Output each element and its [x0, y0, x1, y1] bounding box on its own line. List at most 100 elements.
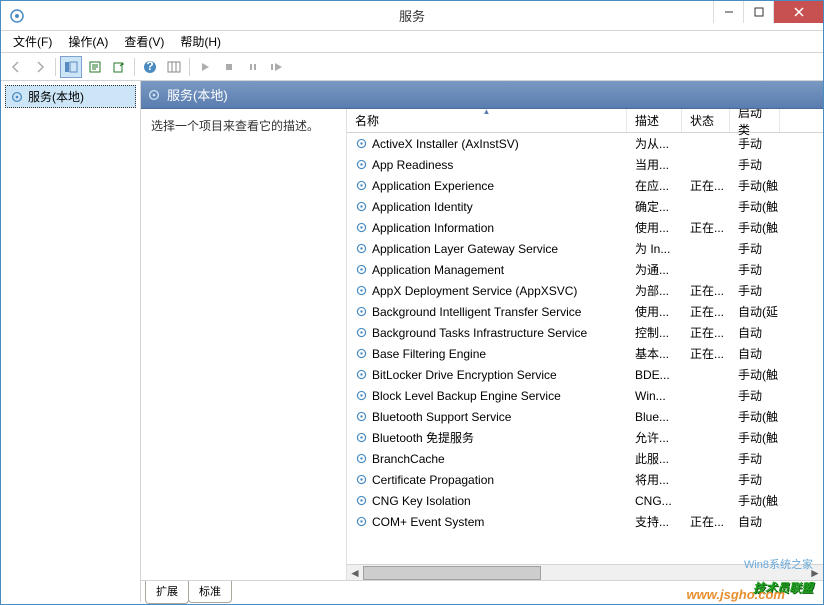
watermark: 技术员联盟 www.jsgho.com [753, 572, 813, 598]
cell-desc: 为从... [627, 135, 682, 152]
gear-icon [355, 326, 368, 339]
cell-startup: 手动(触 [730, 198, 780, 215]
svg-text:?: ? [146, 60, 153, 73]
menu-file[interactable]: 文件(F) [5, 31, 60, 52]
service-row[interactable]: Base Filtering Engine基本...正在...自动 [347, 343, 823, 364]
cell-name: ActiveX Installer (AxInstSV) [347, 137, 627, 151]
gear-icon [355, 515, 368, 528]
tab-extended[interactable]: 扩展 [145, 581, 189, 604]
cell-status: 正在... [682, 513, 730, 530]
service-name: Application Management [372, 263, 504, 277]
cell-startup: 手动(触 [730, 177, 780, 194]
service-row[interactable]: Application Identity确定...手动(触 [347, 196, 823, 217]
service-name: CNG Key Isolation [372, 494, 471, 508]
column-header-description[interactable]: 描述 [627, 109, 682, 132]
service-row[interactable]: Bluetooth Support ServiceBlue...手动(触 [347, 406, 823, 427]
minimize-button[interactable] [713, 1, 743, 23]
gear-icon [355, 452, 368, 465]
help-button[interactable]: ? [139, 56, 161, 78]
gear-icon [355, 431, 368, 444]
cell-name: AppX Deployment Service (AppXSVC) [347, 284, 627, 298]
menu-action[interactable]: 操作(A) [60, 31, 116, 52]
column-label: 启动类 [738, 109, 771, 138]
cell-desc: 为通... [627, 261, 682, 278]
cell-startup: 自动 [730, 513, 780, 530]
service-name: Background Tasks Infrastructure Service [372, 326, 587, 340]
scroll-track[interactable] [363, 565, 807, 581]
cell-name: COM+ Event System [347, 515, 627, 529]
cell-desc: 此服... [627, 450, 682, 467]
column-header-status[interactable]: 状态 [682, 109, 730, 132]
service-name: BranchCache [372, 452, 445, 466]
service-name: Bluetooth 免提服务 [372, 429, 474, 446]
cell-startup: 手动(触 [730, 219, 780, 236]
service-row[interactable]: BitLocker Drive Encryption ServiceBDE...… [347, 364, 823, 385]
service-row[interactable]: Application Experience在应...正在...手动(触 [347, 175, 823, 196]
gear-icon [355, 410, 368, 423]
toolbar-separator [189, 58, 190, 76]
tree-item-services-local[interactable]: 服务(本地) [5, 85, 136, 108]
service-row[interactable]: Background Tasks Infrastructure Service 控… [347, 322, 823, 343]
cell-desc: 使用... [627, 219, 682, 236]
column-header-name[interactable]: 名称 ▲ [347, 109, 627, 132]
menu-bar: 文件(F) 操作(A) 查看(V) 帮助(H) [1, 31, 823, 53]
tab-standard[interactable]: 标准 [188, 581, 232, 603]
service-row[interactable]: Bluetooth 免提服务允许...手动(触 [347, 427, 823, 448]
cell-desc: 基本... [627, 345, 682, 362]
cell-startup: 手动 [730, 282, 780, 299]
service-row[interactable]: BranchCache此服...手动 [347, 448, 823, 469]
cell-desc: Blue... [627, 410, 682, 424]
close-button[interactable] [773, 1, 823, 23]
service-name: Bluetooth Support Service [372, 410, 511, 424]
window-controls [713, 1, 823, 23]
list-header: 名称 ▲ 描述 状态 启动类 [347, 109, 823, 133]
service-row[interactable]: Background Intelligent Transfer Service使… [347, 301, 823, 322]
service-row[interactable]: Application Management为通...手动 [347, 259, 823, 280]
service-row[interactable]: Certificate Propagation将用...手动 [347, 469, 823, 490]
gear-icon [355, 473, 368, 486]
cell-status: 正在... [682, 303, 730, 320]
properties-button[interactable] [84, 56, 106, 78]
back-button [5, 56, 27, 78]
cell-name: Application Experience [347, 179, 627, 193]
service-row[interactable]: AppX Deployment Service (AppXSVC)为部...正在… [347, 280, 823, 301]
export-button[interactable] [108, 56, 130, 78]
column-header-startup[interactable]: 启动类 [730, 109, 780, 132]
cell-name: Base Filtering Engine [347, 347, 627, 361]
tree-item-label: 服务(本地) [28, 88, 84, 105]
maximize-button[interactable] [743, 1, 773, 23]
gear-icon [355, 263, 368, 276]
cell-startup: 自动 [730, 345, 780, 362]
service-name: BitLocker Drive Encryption Service [372, 368, 557, 382]
show-hide-tree-button[interactable] [60, 56, 82, 78]
service-row[interactable]: Application Layer Gateway Service为 In...… [347, 238, 823, 259]
menu-help[interactable]: 帮助(H) [172, 31, 229, 52]
toolbar: ? [1, 53, 823, 81]
columns-button[interactable] [163, 56, 185, 78]
scroll-left-button[interactable]: ◄ [347, 565, 363, 581]
service-row[interactable]: COM+ Event System 支持...正在...自动 [347, 511, 823, 532]
cell-desc: 控制... [627, 324, 682, 341]
service-name: Base Filtering Engine [372, 347, 486, 361]
menu-view[interactable]: 查看(V) [116, 31, 172, 52]
service-name: ActiveX Installer (AxInstSV) [372, 137, 519, 151]
service-row[interactable]: Block Level Backup Engine ServiceWin...手… [347, 385, 823, 406]
service-list-body[interactable]: ActiveX Installer (AxInstSV) 为从... 手动 App R… [347, 133, 823, 564]
panel-header-title: 服务(本地) [167, 85, 228, 104]
gear-icon [355, 158, 368, 171]
cell-startup: 手动(触 [730, 492, 780, 509]
service-row[interactable]: CNG Key IsolationCNG...手动(触 [347, 490, 823, 511]
scroll-thumb[interactable] [363, 566, 541, 580]
cell-name: BitLocker Drive Encryption Service [347, 368, 627, 382]
service-name: COM+ Event System [372, 515, 484, 529]
restart-button [266, 56, 288, 78]
cell-startup: 手动 [730, 387, 780, 404]
cell-desc: 支持... [627, 513, 682, 530]
pause-button [242, 56, 264, 78]
toolbar-separator [55, 58, 56, 76]
description-pane: 选择一个项目来查看它的描述。 [141, 109, 346, 580]
gear-icon [10, 90, 24, 104]
cell-status: 正在... [682, 282, 730, 299]
service-row[interactable]: App Readiness当用...手动 [347, 154, 823, 175]
service-row[interactable]: Application Information使用...正在...手动(触 [347, 217, 823, 238]
